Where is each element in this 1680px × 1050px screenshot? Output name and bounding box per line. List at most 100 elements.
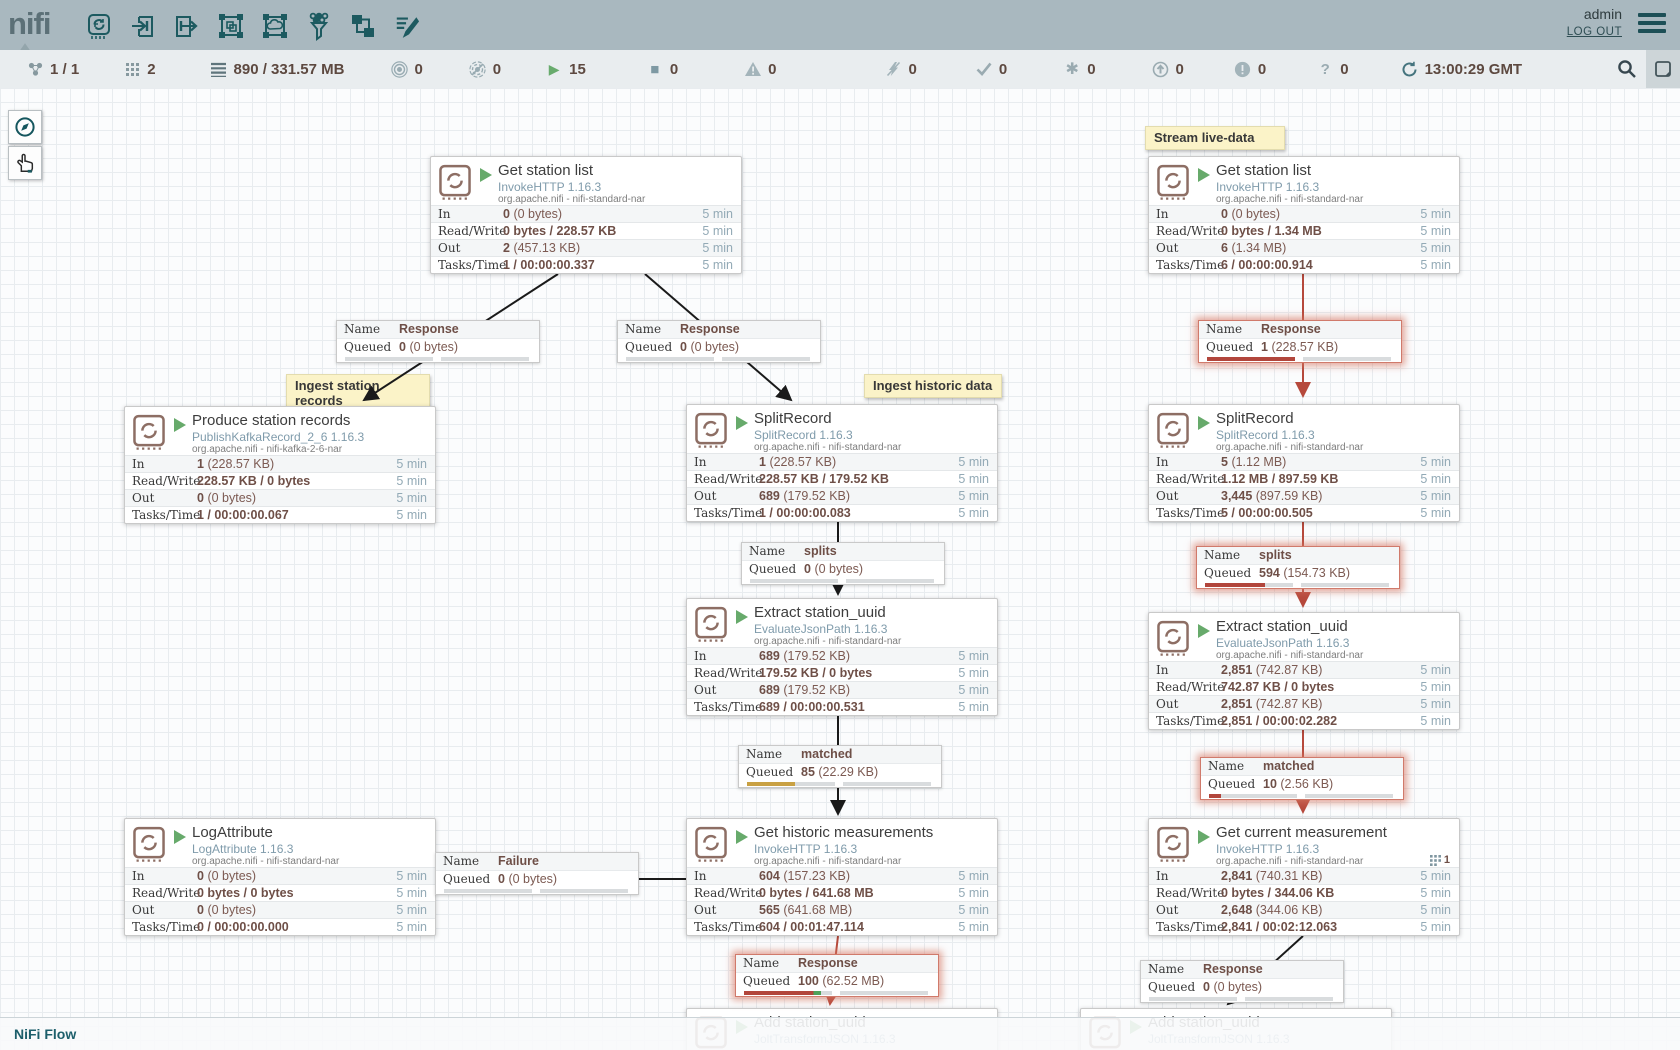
status-cluster: 1 / 1 [26, 61, 79, 78]
input-port-draggable-icon[interactable] [130, 11, 156, 41]
running-icon [736, 610, 748, 624]
process-group-draggable-icon[interactable] [218, 11, 244, 41]
refresh-icon[interactable] [1401, 61, 1419, 78]
connection-splits-queue-live[interactable]: Namesplits Queued594 (154.73 KB) [1196, 546, 1400, 589]
processor-name: Extract station_uuid [754, 604, 886, 621]
processor-type-icon [694, 606, 728, 642]
running-icon [1198, 168, 1210, 182]
connection-response-queue-live[interactable]: NameResponse Queued1 (228.57 KB) [1198, 320, 1402, 363]
processor-name: Get historic measurements [754, 824, 933, 841]
queue-progress-bars [1197, 582, 1399, 588]
active-thread-count: 1 [1430, 854, 1450, 866]
running-icon [1198, 416, 1210, 430]
processor-splitrecord-live[interactable]: SplitRecord SplitRecord 1.16.3 org.apach… [1148, 404, 1460, 522]
processor-type-icon [132, 826, 166, 862]
status-threads: 2 [123, 61, 155, 78]
connection-response-queue-historic[interactable]: NameResponse Queued100 (62.52 MB) [735, 954, 939, 997]
processor-name: Get station list [498, 162, 593, 179]
processor-bundle: org.apache.nifi - nifi-kafka-2-6-nar [192, 444, 342, 455]
processor-bundle: org.apache.nifi - nifi-standard-nar [1216, 650, 1363, 661]
stat-in: In604 (157.23 KB)5 min [687, 867, 997, 884]
processor-type: EvaluateJsonPath 1.16.3 [754, 622, 887, 636]
processor-logattribute[interactable]: LogAttribute LogAttribute 1.16.3 org.apa… [124, 818, 436, 936]
template-draggable-icon[interactable] [350, 11, 376, 41]
stat-out: Out6 (1.34 MB)5 min [1149, 239, 1459, 256]
stopped-icon: ■ [646, 61, 664, 78]
up-to-date-icon [975, 62, 993, 76]
output-port-draggable-icon[interactable] [174, 11, 200, 41]
nifi-logo-text: nifi [8, 6, 51, 41]
funnel-draggable-icon[interactable] [306, 11, 332, 41]
connection-failure-queue[interactable]: NameFailure Queued0 (0 bytes) [435, 852, 639, 895]
queue-progress-bars [1201, 793, 1403, 799]
processor-get-historic-measurements[interactable]: Get historic measurements InvokeHTTP 1.1… [686, 818, 998, 936]
birdseye-hand-button[interactable] [8, 146, 42, 180]
operate-panel-button[interactable] [1646, 50, 1680, 88]
processor-name: Get current measurement [1216, 824, 1387, 841]
component-toolbar [86, 8, 420, 44]
status-locally-modified: ✱0 [1063, 59, 1095, 79]
connection-matched-queue-live[interactable]: Namematched Queued10 (2.56 KB) [1200, 757, 1404, 800]
invalid-icon [744, 61, 762, 77]
stat-tasks: Tasks/Time1 / 00:00:00.0835 min [687, 504, 997, 521]
stat-out: Out2,851 (742.87 KB)5 min [1149, 695, 1459, 712]
stat-in: In689 (179.52 KB)5 min [687, 647, 997, 664]
stat-readwrite: Read/Write0 bytes / 228.57 KB5 min [431, 222, 741, 239]
global-menu-icon[interactable] [1638, 13, 1666, 37]
remote-process-group-draggable-icon[interactable] [262, 11, 288, 41]
processor-type-icon [694, 826, 728, 862]
status-invalid: 0 [744, 61, 776, 78]
navigate-button[interactable] [8, 110, 42, 144]
running-icon [1198, 830, 1210, 844]
processor-draggable-icon[interactable] [86, 11, 112, 41]
connection-matched-queue[interactable]: Namematched Queued85 (22.29 KB) [738, 745, 942, 788]
connection-response-queue[interactable]: NameResponse Queued0 (0 bytes) [336, 320, 540, 363]
queue-progress-bars [736, 990, 938, 996]
stat-readwrite: Read/Write0 bytes / 1.34 MB5 min [1149, 222, 1459, 239]
stat-out: Out689 (179.52 KB)5 min [687, 487, 997, 504]
processor-type: InvokeHTTP 1.16.3 [498, 180, 601, 194]
processor-name: Produce station records [192, 412, 350, 429]
label-draggable-icon[interactable] [394, 11, 420, 41]
processor-extract-station-uuid-live[interactable]: Extract station_uuid EvaluateJsonPath 1.… [1148, 612, 1460, 730]
status-refresh[interactable]: 13:00:29 GMT [1401, 61, 1523, 78]
processor-type-icon [438, 164, 472, 200]
connection-response-queue-current[interactable]: NameResponse Queued0 (0 bytes) [1140, 960, 1344, 1003]
search-button[interactable] [1614, 56, 1640, 82]
stat-readwrite: Read/Write742.87 KB / 0 bytes5 min [1149, 678, 1459, 695]
processor-get-station-list[interactable]: Get station list InvokeHTTP 1.16.3 org.a… [430, 156, 742, 274]
stat-in: In1 (228.57 KB)5 min [125, 455, 435, 472]
processor-type-icon [1156, 412, 1190, 448]
app-header: nifi admin LOG OUT [0, 0, 1680, 50]
threads-icon [123, 62, 141, 77]
stat-tasks: Tasks/Time689 / 00:00:00.5315 min [687, 698, 997, 715]
cluster-icon [26, 61, 44, 78]
status-time: 13:00:29 GMT [1425, 61, 1523, 78]
processor-bundle: org.apache.nifi - nifi-standard-nar [1216, 442, 1363, 453]
processor-get-current-measurement[interactable]: Get current measurement InvokeHTTP 1.16.… [1148, 818, 1460, 936]
processor-get-station-list-live[interactable]: Get station list InvokeHTTP 1.16.3 org.a… [1148, 156, 1460, 274]
status-queued: 890 / 331.57 MB [210, 61, 345, 78]
connection-splits-queue[interactable]: Namesplits Queued0 (0 bytes) [741, 542, 945, 585]
processor-extract-station-uuid[interactable]: Extract station_uuid EvaluateJsonPath 1.… [686, 598, 998, 716]
processor-type-icon [1156, 826, 1190, 862]
logout-link[interactable]: LOG OUT [1567, 26, 1622, 38]
breadcrumb-bar: NiFi Flow [0, 1017, 1680, 1050]
stat-out: Out565 (641.68 MB)5 min [687, 901, 997, 918]
breadcrumb[interactable]: NiFi Flow [14, 1026, 76, 1042]
canvas-label-ingest-historic-data[interactable]: Ingest historic data [864, 374, 1002, 398]
stat-readwrite: Read/Write0 bytes / 641.68 MB5 min [687, 884, 997, 901]
connection-response-queue[interactable]: NameResponse Queued0 (0 bytes) [617, 320, 821, 363]
stat-tasks: Tasks/Time5 / 00:00:00.5055 min [1149, 504, 1459, 521]
stat-in: In5 (1.12 MB)5 min [1149, 453, 1459, 470]
queue-progress-bars [739, 781, 941, 787]
queue-progress-bars [618, 356, 820, 362]
stat-tasks: Tasks/Time1 / 00:00:00.0675 min [125, 506, 435, 523]
processor-produce-station-records[interactable]: Produce station records PublishKafkaReco… [124, 406, 436, 524]
not-transmitting-icon [469, 61, 487, 78]
running-icon [1198, 624, 1210, 638]
status-stopped: ■0 [646, 61, 678, 78]
canvas-label-stream-live-data[interactable]: Stream live-data [1145, 126, 1285, 150]
processor-type: LogAttribute 1.16.3 [192, 842, 293, 856]
processor-splitrecord[interactable]: SplitRecord SplitRecord 1.16.3 org.apach… [686, 404, 998, 522]
